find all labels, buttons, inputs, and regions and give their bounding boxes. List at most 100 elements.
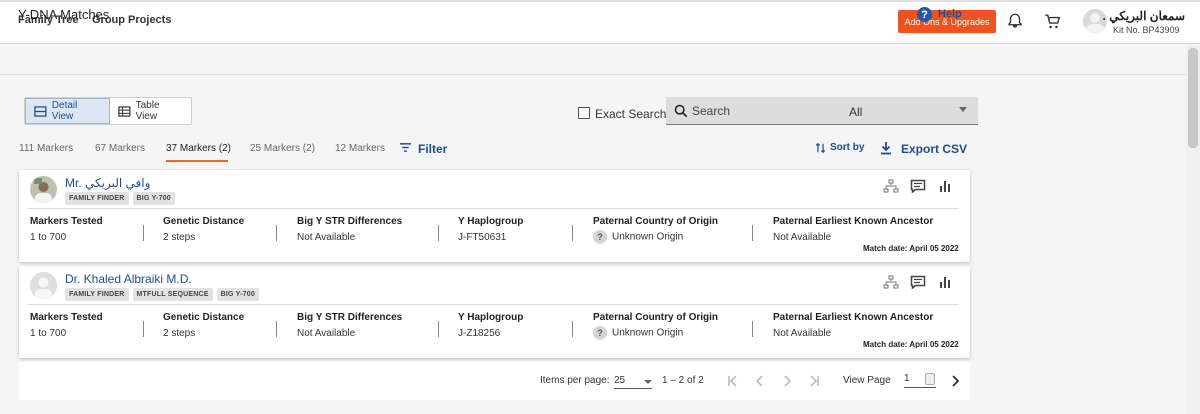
column-divider	[143, 321, 144, 337]
genetic-distance-value[interactable]: 2 steps	[163, 232, 195, 243]
test-badge: BIG Y-700	[132, 192, 175, 205]
country-text: Unknown Origin	[612, 327, 684, 339]
match-name[interactable]: Dr. Khaled Albraiki M.D.	[65, 272, 192, 286]
user-name[interactable]: سمعان البريكي .	[1103, 9, 1185, 23]
country-label: Paternal Country of Origin	[593, 312, 719, 323]
message-icon[interactable]	[910, 179, 926, 193]
markers-tested-value: 1 to 700	[30, 328, 67, 339]
cart-icon[interactable]	[1043, 12, 1062, 31]
exact-search-checkbox[interactable]	[578, 107, 590, 119]
tree-icon[interactable]	[883, 275, 899, 289]
big-y-str-value: Not Available	[297, 328, 356, 339]
markers-tested-label: Markers Tested	[30, 312, 103, 323]
chevron-down-icon[interactable]	[959, 107, 967, 112]
column-divider	[572, 321, 573, 337]
big-y-str-label: Big Y STR Differences	[297, 216, 403, 227]
match-avatar[interactable]	[30, 272, 57, 299]
test-badges: FAMILY FINDER MTFULL SEQUENCE BIG Y-700	[65, 288, 259, 301]
detail-view-icon	[34, 105, 47, 117]
unknown-origin-icon: ?	[593, 230, 607, 244]
search-scope-value[interactable]: All	[849, 105, 862, 119]
prev-page-icon[interactable]	[753, 374, 767, 388]
genetic-distance-label: Genetic Distance	[163, 312, 245, 323]
haplogroup-label: Y Haplogroup	[458, 216, 524, 227]
first-page-icon[interactable]	[726, 374, 740, 388]
kit-number: Kit No. BP43909	[1113, 25, 1180, 35]
sort-icon[interactable]	[815, 142, 826, 154]
match-date: Match date: April 05 2022	[863, 340, 959, 349]
test-badge: FAMILY FINDER	[65, 288, 129, 301]
big-y-str-value: Not Available	[297, 232, 356, 243]
genetic-distance-value[interactable]: 2 steps	[163, 328, 195, 339]
filter-button[interactable]: Filter	[418, 142, 447, 156]
match-date: Match date: April 05 2022	[863, 244, 959, 253]
country-label: Paternal Country of Origin	[593, 216, 719, 227]
chevron-down-icon[interactable]	[644, 380, 652, 384]
tab-25-markers[interactable]: 25 Markers (2)	[250, 143, 315, 154]
ancestor-label: Paternal Earliest Known Ancestor	[773, 312, 934, 323]
next-page-icon[interactable]	[780, 374, 794, 388]
ancestor-value: Not Available	[773, 328, 832, 339]
haplogroup-value: J-Z18256	[458, 328, 501, 339]
page-header	[0, 45, 1200, 75]
go-page-icon[interactable]	[951, 374, 961, 388]
page-stepper[interactable]	[925, 373, 935, 385]
ancestor-label: Paternal Earliest Known Ancestor	[773, 216, 934, 227]
genetic-distance-label: Genetic Distance	[163, 216, 245, 227]
table-view-button[interactable]: Table View	[110, 98, 191, 124]
filter-icon[interactable]	[399, 142, 412, 153]
exact-search-label[interactable]: Exact Search	[595, 107, 666, 121]
match-name[interactable]: Mr. وافي البريكي	[65, 176, 150, 190]
card-actions	[883, 179, 953, 193]
search-input[interactable]: Search	[692, 104, 730, 118]
test-badge: FAMILY FINDER	[65, 192, 129, 205]
bell-icon[interactable]	[1006, 12, 1024, 30]
big-y-str-label: Big Y STR Differences	[297, 312, 403, 323]
search-icon	[674, 104, 688, 118]
card-actions	[883, 275, 953, 289]
card-divider	[27, 208, 959, 209]
haplogroup-value: J-FT50631	[458, 232, 507, 243]
country-text: Unknown Origin	[612, 231, 684, 243]
tab-37-markers[interactable]: 37 Markers (2)	[166, 143, 231, 154]
markers-tested-value: 1 to 700	[30, 232, 67, 243]
page-title: Y-DNA Matches	[18, 7, 110, 22]
match-card: Mr. وافي البريكي FAMILY FINDER BIG Y-700…	[19, 170, 970, 262]
chart-icon[interactable]	[937, 179, 953, 193]
markers-tested-label: Markers Tested	[30, 216, 103, 227]
column-divider	[438, 321, 439, 337]
table-view-label: Table View	[135, 100, 160, 122]
match-avatar[interactable]	[30, 176, 57, 203]
view-page-label: View Page	[843, 375, 891, 386]
ancestor-value: Not Available	[773, 232, 832, 243]
items-per-page-label: Items per page:	[540, 375, 610, 386]
column-divider	[752, 321, 753, 337]
country-value: ? Unknown Origin	[593, 326, 683, 340]
tab-12-markers[interactable]: 12 Markers	[335, 143, 385, 154]
export-csv-button[interactable]: Export CSV	[901, 142, 967, 156]
column-divider	[276, 321, 277, 337]
table-view-icon	[118, 105, 131, 117]
message-icon[interactable]	[910, 275, 926, 289]
scrollbar-thumb[interactable]	[1188, 48, 1198, 148]
help-link[interactable]: Help	[938, 8, 962, 20]
card-divider	[27, 304, 959, 305]
sort-by-button[interactable]: Sort by	[830, 142, 864, 153]
column-divider	[276, 225, 277, 241]
detail-view-label: Detail View	[51, 100, 78, 122]
help-icon[interactable]: ?	[917, 7, 932, 22]
chart-icon[interactable]	[937, 275, 953, 289]
tab-111-markers[interactable]: 111 Markers	[19, 143, 73, 154]
column-divider	[572, 225, 573, 241]
haplogroup-label: Y Haplogroup	[458, 312, 524, 323]
column-divider	[752, 225, 753, 241]
country-value: ? Unknown Origin	[593, 230, 683, 244]
column-divider	[143, 225, 144, 241]
tab-67-markers[interactable]: 67 Markers	[95, 143, 145, 154]
active-tab-indicator	[166, 160, 228, 162]
last-page-icon[interactable]	[807, 374, 821, 388]
tree-icon[interactable]	[883, 179, 899, 193]
test-badge: BIG Y-700	[216, 288, 259, 301]
download-icon[interactable]	[880, 141, 892, 155]
detail-view-button[interactable]: Detail View	[25, 98, 110, 124]
